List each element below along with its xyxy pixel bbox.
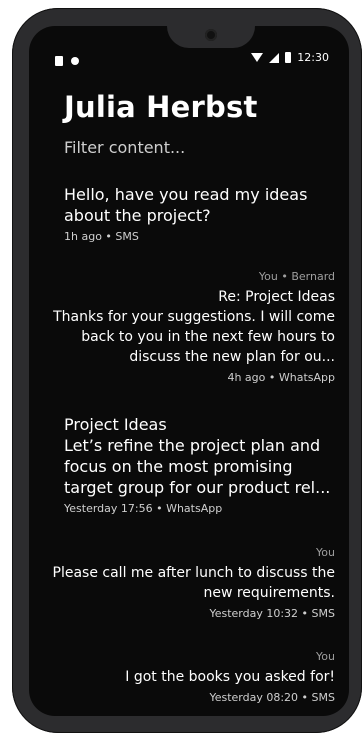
wifi-icon (251, 53, 264, 62)
message-subject: Re: Project Ideas (218, 289, 335, 305)
message-meta: Yesterday 10:32 • SMS (209, 607, 335, 620)
message-body: I got the books you asked for! (125, 669, 335, 685)
message-sender: You (316, 650, 335, 663)
front-camera-icon (205, 29, 217, 41)
message-sender: You (316, 546, 335, 559)
contact-name-title: Julia Herbst (64, 90, 258, 124)
message-subject: Project Ideas (64, 415, 167, 434)
message-meta: Yesterday 08:20 • SMS (209, 691, 335, 704)
message-body: Please call me after lunch to discuss th… (52, 565, 335, 601)
message-sender: You • Bernard (258, 270, 335, 283)
signal-icon (269, 52, 280, 63)
message-item[interactable]: Hello, have you read my ideas about the … (64, 184, 329, 243)
message-item[interactable]: You Please call me after lunch to discus… (45, 546, 335, 620)
status-bar-left (55, 56, 79, 66)
camera-notch (167, 26, 255, 48)
message-meta: 1h ago • SMS (64, 230, 139, 243)
dot-icon (71, 57, 79, 65)
message-body: Hello, have you read my ideas about the … (64, 185, 308, 225)
message-body: Let’s refine the project plan and focus … (64, 436, 331, 497)
status-time: 12:30 (297, 51, 329, 64)
phone-screen: 12:30 Julia Herbst Filter content... Hel… (29, 26, 349, 716)
phone-frame: 12:30 Julia Herbst Filter content... Hel… (12, 8, 362, 733)
message-meta: 4h ago • WhatsApp (227, 371, 335, 384)
filter-input[interactable]: Filter content... (64, 138, 185, 157)
sim-icon (55, 56, 63, 66)
status-bar-right: 12:30 (251, 51, 329, 64)
message-item[interactable]: You I got the books you asked for! Yeste… (45, 650, 335, 704)
message-body: Thanks for your suggestions. I will come… (53, 309, 335, 365)
message-item[interactable]: Project Ideas Let’s refine the project p… (64, 414, 334, 515)
message-meta: Yesterday 17:56 • WhatsApp (64, 502, 223, 515)
battery-icon (285, 52, 292, 63)
message-item[interactable]: You • Bernard Re: Project Ideas Thanks f… (45, 270, 335, 384)
